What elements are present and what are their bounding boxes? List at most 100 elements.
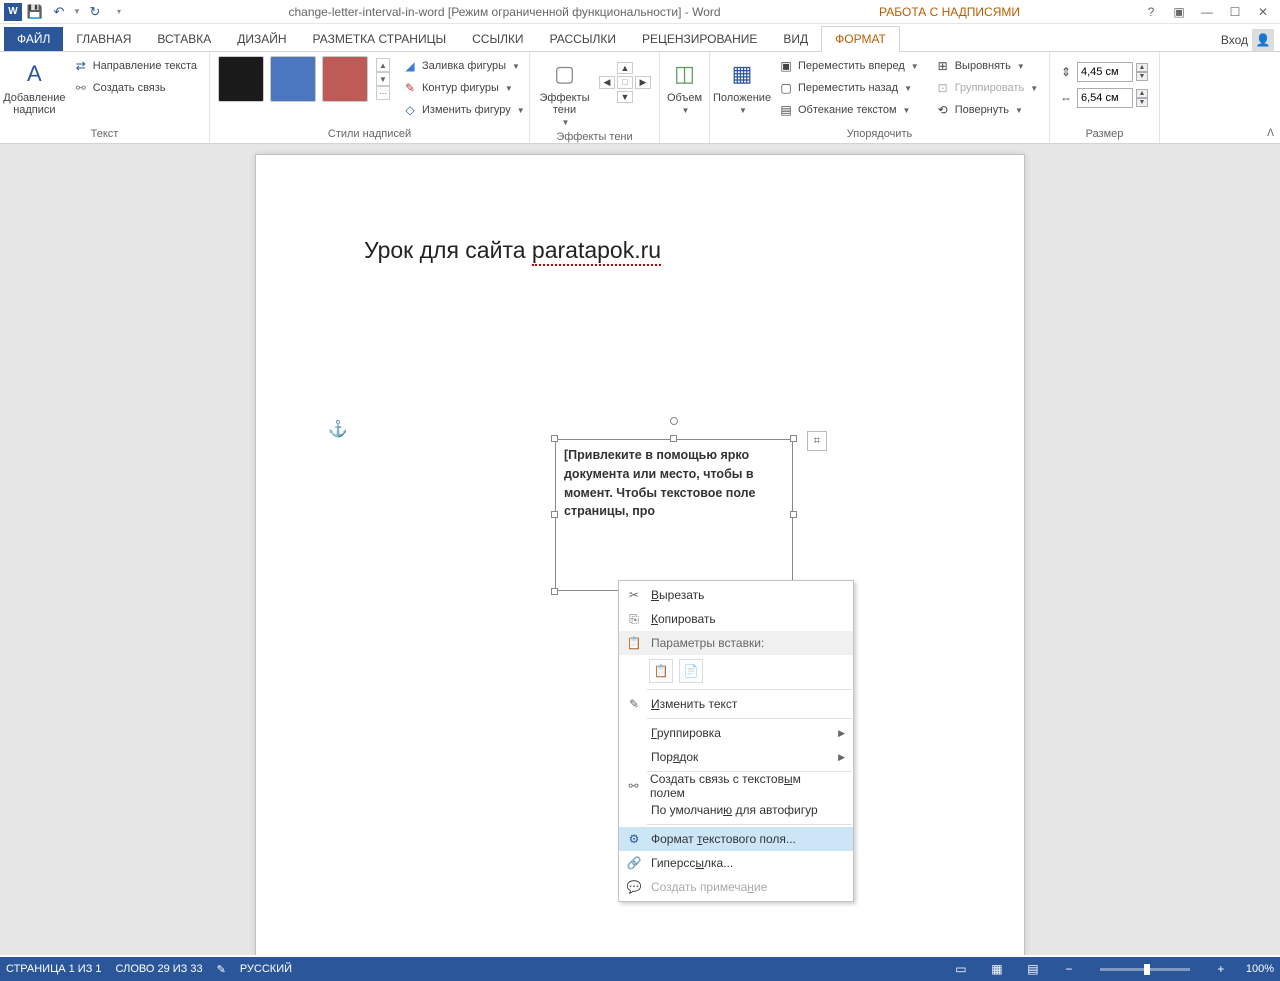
sb-words[interactable]: СЛОВО 29 ИЗ 33	[116, 963, 203, 975]
tab-layout[interactable]: РАЗМЕТКА СТРАНИЦЫ	[300, 27, 460, 51]
style-gallery-more[interactable]: ▲▼⋯	[376, 58, 390, 100]
cm-grouping[interactable]: Группировка ▶	[619, 721, 853, 745]
maximize-button[interactable]: ☐	[1224, 1, 1246, 23]
zoom-in-button[interactable]: +	[1210, 960, 1232, 978]
view-web-button[interactable]: ▤	[1022, 960, 1044, 978]
help-button[interactable]: ?	[1140, 1, 1162, 23]
style-swatch-3[interactable]	[322, 56, 368, 102]
ribbon-group-shadow-label: Эффекты тени	[530, 129, 659, 146]
cm-default-autoshape[interactable]: По умолчанию для автофигур	[619, 798, 853, 822]
zoom-out-button[interactable]: −	[1058, 960, 1080, 978]
nudge-down[interactable]: ▼	[617, 91, 633, 103]
textbox[interactable]: [Привлеките в помощью ярко документа или…	[555, 439, 793, 591]
zoom-slider[interactable]	[1100, 968, 1190, 971]
width-input[interactable]	[1077, 88, 1133, 108]
view-read-button[interactable]: ▭	[950, 960, 972, 978]
tab-mailings[interactable]: РАССЫЛКИ	[537, 27, 629, 51]
nudge-right[interactable]: ▶	[635, 76, 651, 89]
cm-grouping-label: Группировка	[651, 726, 721, 740]
add-caption-button[interactable]: A Добавление надписи	[8, 56, 61, 118]
layout-options-button[interactable]: ⌗	[807, 431, 827, 451]
shadow-effects-button[interactable]: ▢ Эффекты тени ▼	[538, 56, 591, 129]
cm-separator	[647, 689, 852, 690]
shape-outline-button[interactable]: ✎ Контур фигуры ▼	[398, 78, 529, 98]
save-button[interactable]: 💾	[24, 1, 46, 23]
cm-order[interactable]: Порядок ▶	[619, 745, 853, 769]
resize-handle-tc[interactable]	[670, 435, 677, 442]
sb-page[interactable]: СТРАНИЦА 1 ИЗ 1	[6, 963, 102, 975]
nudge-left[interactable]: ◀	[599, 76, 615, 89]
tab-format[interactable]: ФОРМАТ	[821, 26, 900, 52]
ribbon-collapse-button[interactable]: ᐱ	[1267, 128, 1274, 139]
cm-create-text-link[interactable]: ⚯ Создать связь с текстовым полем	[619, 774, 853, 798]
resize-handle-bl[interactable]	[551, 588, 558, 595]
cube-icon: ◫	[669, 58, 701, 90]
rotate-handle[interactable]	[670, 417, 678, 425]
sb-language[interactable]: РУССКИЙ	[240, 963, 292, 975]
textbox-selection[interactable]: ⌗ [Привлеките в помощью ярко документа и…	[549, 433, 799, 597]
group-button: ⊡ Группировать ▼	[931, 78, 1042, 98]
shadow-nudge-pad[interactable]: ▲ ◀ □ ▶ ▼	[599, 62, 651, 103]
width-spinner[interactable]: ▲▼	[1136, 89, 1148, 107]
paste-option-2[interactable]: 📄	[679, 659, 703, 683]
minimize-button[interactable]: —	[1196, 1, 1218, 23]
sb-zoom[interactable]: 100%	[1246, 963, 1274, 975]
nudge-up[interactable]: ▲	[617, 62, 633, 74]
align-button[interactable]: ⊞ Выровнять ▼	[931, 56, 1042, 76]
tab-design[interactable]: ДИЗАЙН	[224, 27, 299, 51]
style-swatch-2[interactable]	[270, 56, 316, 102]
link-icon: ⚯	[73, 80, 89, 96]
cm-copy[interactable]: ⎘ Копировать	[619, 607, 853, 631]
volume-button[interactable]: ◫ Объем ▼	[661, 56, 709, 117]
send-backward-button[interactable]: ▢ Переместить назад ▼	[774, 78, 923, 98]
cm-cut[interactable]: ✂ Вырезать	[619, 583, 853, 607]
cm-format-textbox[interactable]: ⚙ Формат текстового поля...	[619, 827, 853, 851]
view-print-button[interactable]: ▦	[986, 960, 1008, 978]
cm-hyperlink[interactable]: 🔗 Гиперссылка...	[619, 851, 853, 875]
edit-text-icon: ✎	[625, 695, 643, 713]
height-icon: ⇕	[1058, 64, 1074, 80]
shape-fill-button[interactable]: ◢ Заливка фигуры ▼	[398, 56, 529, 76]
submenu-arrow-icon: ▶	[838, 752, 845, 763]
resize-handle-rc[interactable]	[790, 511, 797, 518]
close-button[interactable]: ✕	[1252, 1, 1274, 23]
tab-home[interactable]: ГЛАВНАЯ	[63, 27, 144, 51]
tab-references[interactable]: ССЫЛКИ	[459, 27, 536, 51]
ribbon-group-styles-label: Стили надписей	[210, 126, 529, 143]
chevron-down-icon: ▼	[904, 84, 912, 93]
tab-insert[interactable]: ВСТАВКА	[144, 27, 224, 51]
create-link-button[interactable]: ⚯ Создать связь	[69, 78, 201, 98]
undo-dropdown[interactable]: ▼	[72, 1, 82, 23]
tab-file[interactable]: ФАЙЛ	[4, 27, 63, 51]
position-button[interactable]: ▦ Положение ▼	[718, 56, 766, 117]
redo-button[interactable]: ↻	[84, 1, 106, 23]
height-input[interactable]	[1077, 62, 1133, 82]
resize-handle-lc[interactable]	[551, 511, 558, 518]
resize-handle-tr[interactable]	[790, 435, 797, 442]
qat-customize[interactable]: ▾	[108, 1, 130, 23]
tab-view[interactable]: ВИД	[770, 27, 821, 51]
height-spinner[interactable]: ▲▼	[1136, 63, 1148, 81]
shape-change-button[interactable]: ◇ Изменить фигуру ▼	[398, 100, 529, 120]
bring-forward-button[interactable]: ▣ Переместить вперед ▼	[774, 56, 923, 76]
undo-button[interactable]: ↶	[48, 1, 70, 23]
contextual-tab-label: РАБОТА С НАДПИСЯМИ	[879, 5, 1020, 19]
cm-edit-text[interactable]: ✎ Изменить текст	[619, 692, 853, 716]
cm-paste-header: 📋 Параметры вставки:	[619, 631, 853, 655]
sb-proofing-icon[interactable]: ✎	[217, 963, 226, 976]
anchor-icon[interactable]: ⚓	[328, 419, 348, 439]
text-direction-button[interactable]: ⇄ Направление текста	[69, 56, 201, 76]
signin[interactable]: Вход 👤	[1221, 29, 1280, 51]
ribbon-display-button[interactable]: ▣	[1168, 1, 1190, 23]
nudge-center[interactable]: □	[617, 76, 633, 89]
style-gallery[interactable]: ▲▼⋯	[218, 56, 390, 102]
page-heading[interactable]: Урок для сайта paratapok.ru	[364, 237, 661, 264]
style-swatch-1[interactable]	[218, 56, 264, 102]
wrap-text-button[interactable]: ▤ Обтекание текстом ▼	[774, 100, 923, 120]
resize-handle-tl[interactable]	[551, 435, 558, 442]
tab-review[interactable]: РЕЦЕНЗИРОВАНИЕ	[629, 27, 770, 51]
paste-option-1[interactable]: 📋	[649, 659, 673, 683]
cm-cut-label: Вырезать	[651, 588, 704, 602]
rotate-button[interactable]: ⟲ Повернуть ▼	[931, 100, 1042, 120]
ribbon-group-arrange: ▦ Положение ▼ ▣ Переместить вперед ▼ ▢ П…	[710, 52, 1050, 143]
